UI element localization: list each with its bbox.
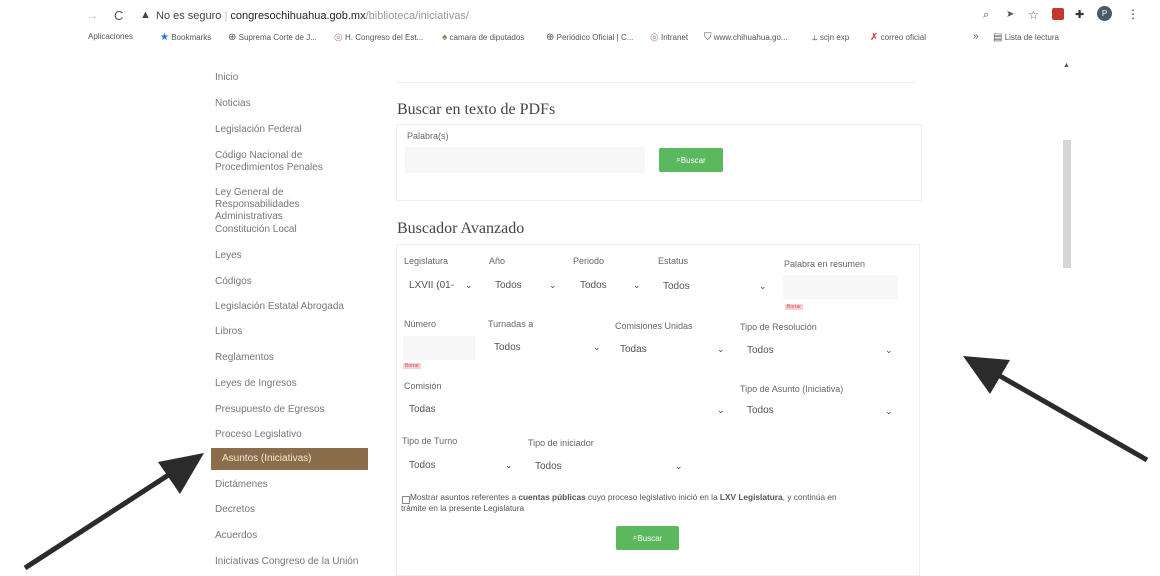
arrow-right-annotation [963,356,1149,463]
annotation-arrows [23,356,1149,571]
arrow-left-annotation [23,453,204,571]
